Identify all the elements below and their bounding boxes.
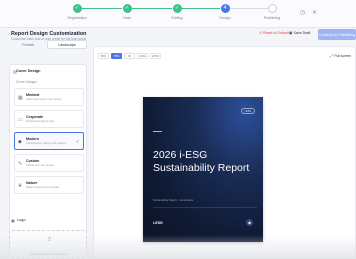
upload-text: Drag and drop your logo here [30,252,68,256]
option-desc: Nature-inspired eco template [26,186,60,189]
design-option-modern[interactable]: ◈ Modern Contemporary design with gradie… [14,132,84,150]
check-icon: ✓ [72,4,82,13]
cover-logo: i-ESG [153,221,163,225]
save-icon: ▣ [289,31,293,35]
help-icon[interactable]: ◷ [298,8,307,17]
section-label: Cover Designs [16,80,37,84]
tab-portrait[interactable]: Portrait [9,40,47,49]
cover-meta: Sustainability Report · Governance [153,199,194,202]
logo-upload-dropzone[interactable]: ⇪ Drag and drop your logo here [9,230,87,259]
zoom-125[interactable]: 125% [150,53,161,59]
cover-title: 2026 i-ESG Sustainability Report [153,149,250,174]
step-design[interactable]: 4 Design [205,4,245,20]
option-desc: Professional layout style [26,120,54,123]
check-icon: ✓ [172,4,182,13]
image-icon: ▣ [11,218,15,223]
step-label: Registration [67,16,87,20]
option-name: Nature [26,181,38,185]
grid-icon: ▦ [18,95,23,101]
design-option-nature[interactable]: ❦ Nature Nature-inspired eco template [14,176,84,194]
check-icon: ✓ [122,4,132,13]
step-label: Design [219,16,231,20]
save-draft-button[interactable]: ▣ Save Draft [289,31,310,35]
zoom-50[interactable]: 50% [98,53,109,59]
logo-section-label: Logo [17,218,26,222]
tab-landscape[interactable]: Landscape [47,40,87,49]
fullscreen-button[interactable]: Full screen [334,54,351,58]
report-cover: i-ESG 2026 i-ESG Sustainability Report S… [143,97,263,242]
step-label: Editing [171,16,183,20]
brush-icon: ✎ [18,161,23,167]
cover-brand-pill: i-ESG [241,108,255,114]
option-name: Minimal [26,93,40,97]
zoom-controls: 50% 75% Fit 100% 125% [98,53,161,59]
step-publishing[interactable]: Publishing [252,4,292,20]
cover-preview-panel: 50% 75% Fit 100% 125% ⤢ Full screen i-ES… [93,46,356,259]
progress-stepper: ✓ Registration ✓ Data ✓ Editing 4 Design… [0,0,356,28]
zoom-fit[interactable]: Fit [124,53,135,59]
cover-divider [153,207,257,208]
zoom-100[interactable]: 100% [137,53,148,59]
cover-badge-icon: ◆ [246,219,253,226]
design-options-panel: Portrait Landscape ▤ Cover Design Cover … [9,40,87,259]
orientation-tabs: Portrait Landscape [9,40,87,49]
step-registration[interactable]: ✓ Registration [57,4,97,20]
step-label: Publishing [263,16,281,20]
close-icon[interactable]: ✕ [310,8,319,17]
option-name: Modern [26,137,39,141]
upload-icon: ⇪ [47,237,53,243]
reset-button[interactable]: ↺ Reset to Default [259,31,289,35]
design-option-minimal[interactable]: ▦ Minimal Clean and simple cover design [14,88,84,106]
zoom-75[interactable]: 75% [111,53,122,59]
continue-button[interactable]: Continue to Publishing [318,29,356,40]
step-pending-dot [267,4,277,13]
step-label: Data [123,16,131,20]
card-title: Cover Design [16,69,41,73]
design-option-corporate[interactable]: ▭ Corporate Professional layout style [14,110,84,128]
option-desc: Contemporary design with gradient [26,142,67,145]
step-data[interactable]: ✓ Data [107,4,147,20]
layers-icon: ◈ [18,139,22,145]
briefcase-icon: ▭ [18,117,23,123]
cover-accent-rule [153,131,162,132]
option-desc: Upload your own design [26,164,54,167]
option-name: Corporate [26,115,44,119]
check-icon: ✓ [75,139,80,145]
step-editing[interactable]: ✓ Editing [157,4,197,20]
save-draft-label: Save Draft [293,31,311,35]
option-desc: Clean and simple cover design [26,98,62,101]
expand-icon: ⤢ [329,53,333,58]
leaf-icon: ❦ [18,183,23,189]
design-option-custom[interactable]: ✎ Custom Upload your own design [14,154,84,172]
step-number: 4 [220,4,230,13]
option-name: Custom [26,159,40,163]
